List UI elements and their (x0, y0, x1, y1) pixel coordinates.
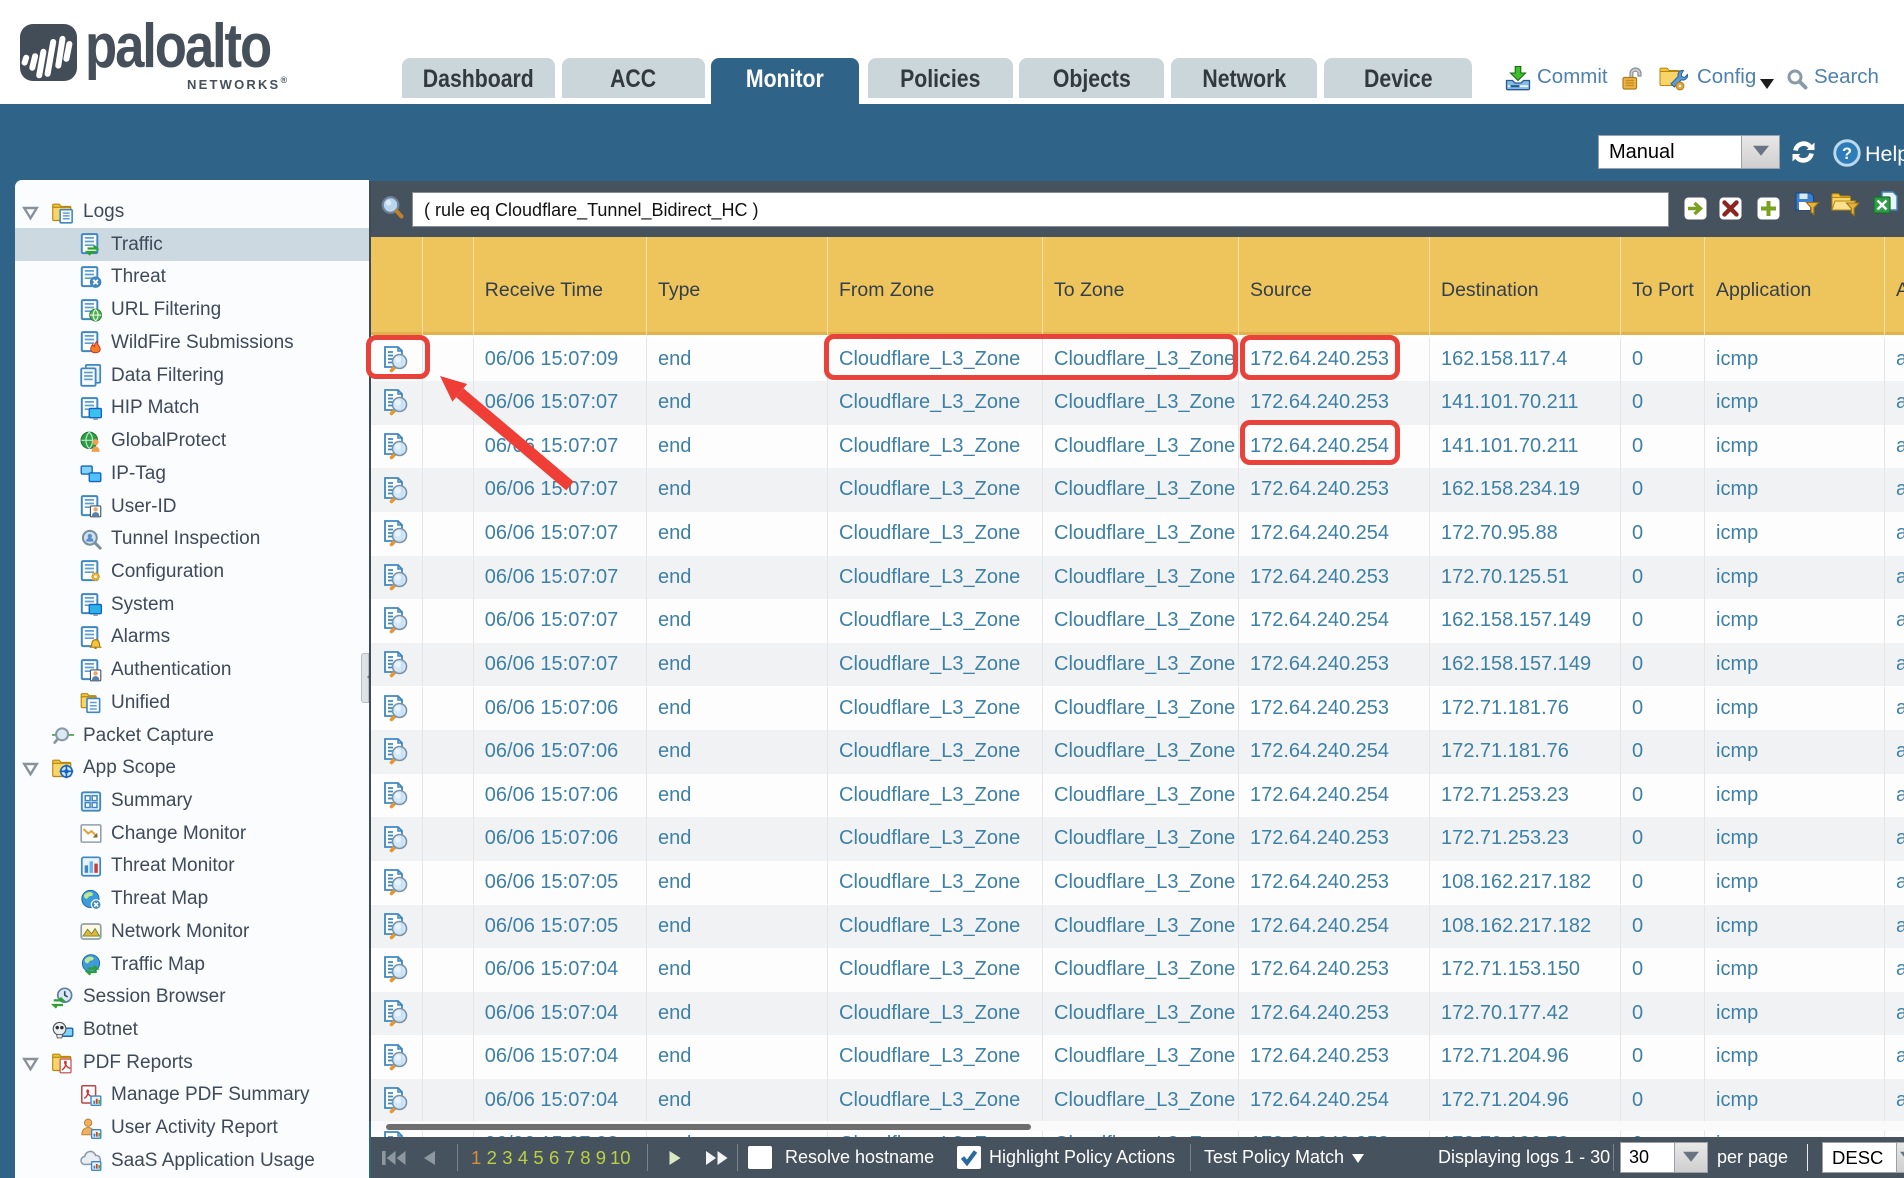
svg-text:?: ? (1842, 145, 1852, 163)
